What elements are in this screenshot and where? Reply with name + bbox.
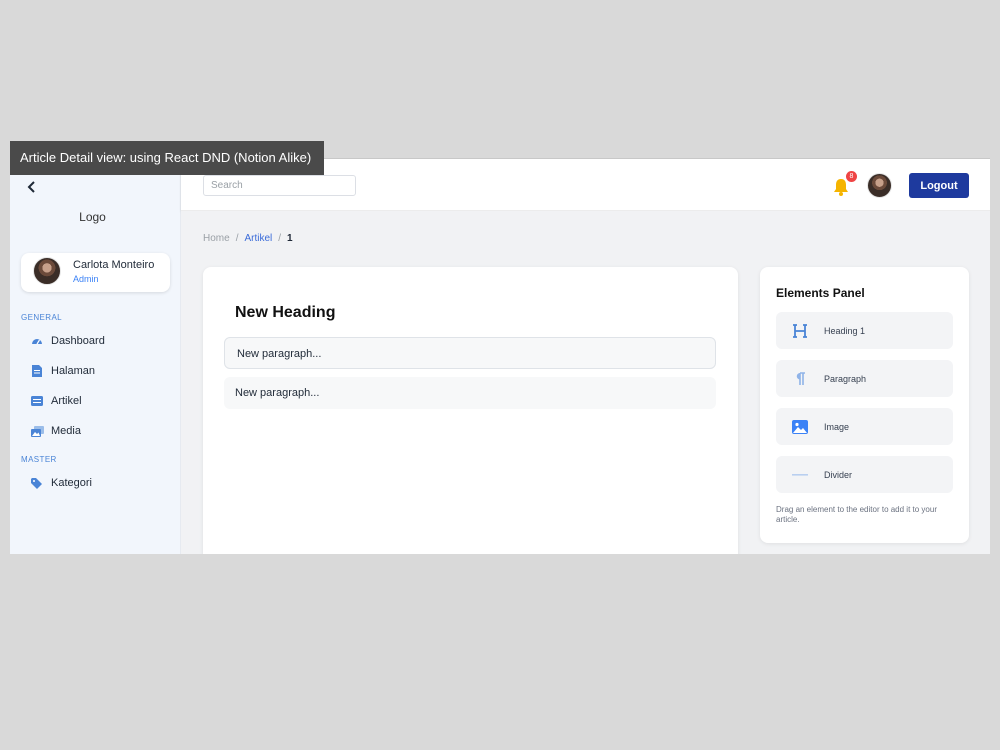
avatar — [33, 257, 61, 285]
element-image[interactable]: Image — [776, 408, 953, 445]
element-divider[interactable]: Divider — [776, 456, 953, 493]
element-label: Paragraph — [824, 373, 867, 384]
sidebar-item-label: Media — [51, 425, 81, 437]
breadcrumb-current: 1 — [287, 233, 293, 244]
sidebar-item-media[interactable]: Media — [30, 422, 81, 440]
heading-icon — [791, 323, 809, 339]
paragraph-icon — [791, 371, 809, 386]
user-card[interactable]: Carlota Monteiro Admin — [21, 253, 170, 292]
chevron-left-icon — [27, 181, 35, 193]
user-name: Carlota Monteiro — [73, 259, 155, 271]
sidebar-item-halaman[interactable]: Halaman — [30, 362, 95, 380]
sidebar-item-label: Dashboard — [51, 335, 105, 347]
breadcrumb-artikel[interactable]: Artikel — [244, 233, 272, 244]
page-icon — [30, 365, 44, 377]
sidebar-item-label: Kategori — [51, 477, 92, 489]
breadcrumb-separator: / — [278, 233, 282, 244]
notification-badge: 8 — [846, 171, 857, 182]
media-icon — [30, 425, 44, 437]
sidebar: Logo Carlota Monteiro Admin GENERAL Dash… — [10, 159, 181, 554]
sidebar-item-label: Halaman — [51, 365, 96, 377]
avatar[interactable] — [867, 173, 892, 198]
logo: Logo — [79, 210, 106, 224]
element-paragraph[interactable]: Paragraph — [776, 360, 953, 397]
app-window: Logo Carlota Monteiro Admin GENERAL Dash… — [10, 158, 990, 554]
heading-block[interactable]: New Heading — [235, 304, 335, 322]
panel-title: Elements Panel — [776, 286, 865, 300]
article-editor[interactable]: New Heading New paragraph... New paragra… — [203, 267, 738, 554]
section-label-general: GENERAL — [21, 313, 63, 322]
image-icon — [791, 419, 809, 434]
sidebar-item-kategori[interactable]: Kategori — [30, 474, 92, 492]
sidebar-item-artikel[interactable]: Artikel — [30, 392, 82, 410]
breadcrumb: Home / Artikel / 1 — [203, 233, 293, 244]
dashboard-icon — [30, 335, 44, 347]
main-content: Home / Artikel / 1 New Heading New parag… — [181, 211, 990, 554]
elements-panel: Elements Panel Heading 1 Paragraph Image — [760, 267, 969, 543]
element-label: Divider — [824, 469, 853, 480]
breadcrumb-separator: / — [235, 233, 239, 244]
divider-icon — [791, 473, 809, 477]
back-button[interactable] — [24, 179, 40, 195]
tag-icon — [30, 477, 44, 489]
element-heading[interactable]: Heading 1 — [776, 312, 953, 349]
search-input[interactable] — [203, 175, 356, 196]
article-icon — [30, 396, 44, 406]
caption-banner: Article Detail view: using React DND (No… — [10, 141, 324, 175]
breadcrumb-home[interactable]: Home — [203, 233, 230, 244]
sidebar-item-label: Artikel — [51, 395, 82, 407]
paragraph-block[interactable]: New paragraph... — [224, 337, 716, 369]
element-label: Heading 1 — [824, 325, 866, 336]
element-label: Image — [824, 421, 850, 432]
section-label-master: MASTER — [21, 455, 57, 464]
logout-button[interactable]: Logout — [909, 173, 969, 198]
user-role: Admin — [73, 274, 99, 284]
panel-hint: Drag an element to the editor to add it … — [776, 505, 937, 524]
sidebar-item-dashboard[interactable]: Dashboard — [30, 332, 105, 350]
paragraph-block[interactable]: New paragraph... — [224, 377, 716, 409]
